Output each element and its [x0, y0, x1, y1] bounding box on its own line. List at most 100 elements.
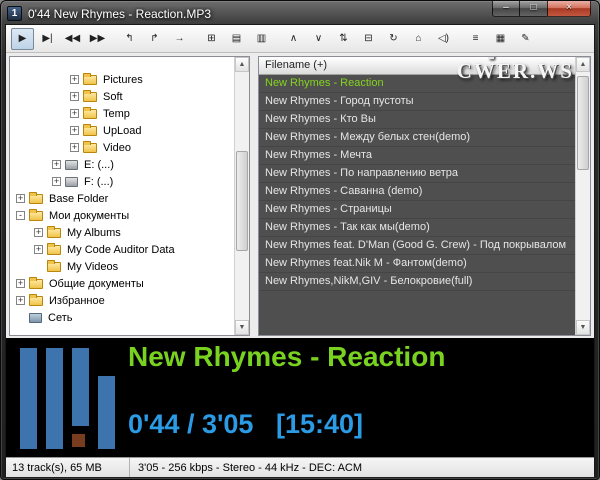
window-controls: – □ ×	[492, 1, 591, 17]
tree-item[interactable]: +Pictures	[10, 71, 234, 88]
tree-scrollbar[interactable]: ▲ ▼	[234, 57, 249, 335]
tree-scrollbar-track[interactable]	[235, 72, 249, 320]
folder-icon	[29, 279, 43, 289]
expand-toggle-icon[interactable]: +	[34, 228, 43, 237]
scroll-down-button[interactable]: ∨	[307, 28, 330, 50]
file-list-item[interactable]: New Rhymes - Так как мы(demo)	[259, 219, 575, 237]
toggle-split-view-button[interactable]: ▥	[250, 28, 273, 50]
folder-icon	[83, 92, 97, 102]
expand-toggle-icon[interactable]: +	[70, 75, 79, 84]
spectrum-bars	[12, 338, 127, 457]
file-list-item[interactable]: New Rhymes,NikM,GIV - Белокровие(full)	[259, 273, 575, 291]
pause-button[interactable]: ▶|	[36, 28, 59, 50]
parent-folder-button[interactable]: ↰	[118, 28, 141, 50]
scroll-up-button[interactable]: ∧	[282, 28, 305, 50]
watermark-text: CWER.WS	[457, 59, 574, 83]
volume-button[interactable]: ◁)	[432, 28, 455, 50]
tree-item[interactable]: + E: (...)	[10, 156, 234, 173]
tree-item[interactable]: Сеть	[10, 309, 234, 326]
expand-toggle-icon[interactable]: +	[16, 279, 25, 288]
tree-item-label: My Videos	[65, 261, 120, 273]
open-folder-button[interactable]: ↱	[143, 28, 166, 50]
toggle-tree-panel-button[interactable]: ▤	[225, 28, 248, 50]
scroll-down-arrow-icon[interactable]: ▼	[235, 320, 249, 335]
collapse-toggle-icon[interactable]: -	[16, 211, 25, 220]
file-list-item[interactable]: New Rhymes feat. D'Man (Good G. Crew) - …	[259, 237, 575, 255]
tree-item[interactable]: + Soft	[10, 88, 234, 105]
tree-item[interactable]: +Base Folder	[10, 190, 234, 207]
tree-item[interactable]: +My Albums	[10, 224, 234, 241]
panel-splitter[interactable]	[250, 56, 258, 336]
time-display: 0'44 / 3'05 [15:40]	[128, 409, 363, 440]
scroll-up-arrow-icon[interactable]: ▲	[576, 57, 590, 72]
minimize-button[interactable]: –	[492, 1, 520, 17]
tree-item[interactable]: +Temp	[10, 105, 234, 122]
expand-toggle-icon[interactable]: +	[52, 177, 61, 186]
scroll-down-arrow-icon[interactable]: ▼	[576, 320, 590, 335]
previous-track-button[interactable]: ◀◀	[61, 28, 84, 50]
file-list-scrollbar-thumb[interactable]	[577, 76, 589, 170]
folder-icon	[29, 211, 43, 221]
file-list-panel: Filename (+) New Rhymes - ReactionNew Rh…	[258, 56, 591, 336]
tree-item[interactable]: +UpLoad	[10, 122, 234, 139]
add-files-button[interactable]: ⊞	[200, 28, 223, 50]
tree-item[interactable]: +Избранное	[10, 292, 234, 309]
file-list-item[interactable]: New Rhymes - Саванна (demo)	[259, 183, 575, 201]
tree-item[interactable]: - Мои документы	[10, 207, 234, 224]
expand-toggle-icon[interactable]: +	[34, 245, 43, 254]
expand-toggle-icon[interactable]: +	[16, 194, 25, 203]
playlist-info-button[interactable]: ≡	[464, 28, 487, 50]
toolbar: ▶▶|◀◀▶▶ ↰↱→ ⊞▤▥ ∧∨⇅⊟↻⌂◁) ≡▦✎	[6, 25, 594, 53]
tree-item[interactable]: My Videos	[10, 258, 234, 275]
file-list-scrollbar-track[interactable]	[576, 72, 590, 320]
edit-tags-button[interactable]: ✎	[514, 28, 537, 50]
tree-item[interactable]: + Video	[10, 139, 234, 156]
expand-toggle-icon[interactable]: +	[70, 143, 79, 152]
folder-icon	[83, 126, 97, 136]
file-list: New Rhymes - ReactionNew Rhymes - Город …	[259, 75, 575, 291]
tree-item-label: E: (...)	[82, 159, 116, 171]
sort-button[interactable]: ⇅	[332, 28, 355, 50]
tree-item-label: My Code Auditor Data	[65, 244, 177, 256]
tree-item[interactable]: +Общие документы	[10, 275, 234, 292]
toolbar-separator	[110, 29, 117, 49]
spectrum-bar	[72, 348, 89, 426]
close-button[interactable]: ×	[547, 1, 591, 17]
expand-toggle-icon[interactable]: +	[52, 160, 61, 169]
expand-toggle-icon[interactable]: +	[16, 296, 25, 305]
tree-item-label: Soft	[101, 91, 125, 103]
tree-item[interactable]: + F: (...)	[10, 173, 234, 190]
file-list-item[interactable]: New Rhymes - Город пустоты	[259, 93, 575, 111]
file-list-scrollbar[interactable]: ▲ ▼	[575, 57, 590, 335]
folder-icon	[83, 143, 97, 153]
tree-item-label: Мои документы	[47, 210, 131, 222]
maximize-button[interactable]: □	[520, 1, 547, 17]
play-button[interactable]: ▶	[11, 28, 34, 50]
file-list-item[interactable]: New Rhymes - Кто Вы	[259, 111, 575, 129]
expand-toggle-icon[interactable]: +	[70, 109, 79, 118]
file-list-item[interactable]: New Rhymes - Мечта	[259, 147, 575, 165]
tree-item-label: Video	[101, 142, 133, 154]
file-list-item[interactable]: New Rhymes - Страницы	[259, 201, 575, 219]
spectrum-bar	[46, 348, 63, 449]
move-file-button[interactable]: →	[168, 28, 191, 50]
minimize-display-button[interactable]: ⊟	[357, 28, 380, 50]
scroll-up-arrow-icon[interactable]: ▲	[235, 57, 249, 72]
titlebar[interactable]: 1 0'44 New Rhymes - Reaction.MP3 – □ ×	[1, 1, 599, 24]
tree-scrollbar-thumb[interactable]	[236, 151, 248, 250]
refresh-button[interactable]: ↻	[382, 28, 405, 50]
tree-item-label: F: (...)	[82, 176, 115, 188]
next-track-button[interactable]: ▶▶	[86, 28, 109, 50]
folder-icon	[47, 228, 61, 238]
home-folder-button[interactable]: ⌂	[407, 28, 430, 50]
expand-toggle-icon[interactable]: +	[70, 126, 79, 135]
file-list-item[interactable]: New Rhymes - По направлению ветра	[259, 165, 575, 183]
tree-item[interactable]: + My Code Auditor Data	[10, 241, 234, 258]
status-track-count: 13 track(s), 65 MB	[6, 458, 130, 477]
expand-toggle-icon[interactable]: +	[70, 92, 79, 101]
file-list-item[interactable]: New Rhymes feat.Nik M - Фантом(demo)	[259, 255, 575, 273]
app-icon: 1	[7, 6, 22, 21]
file-list-item[interactable]: New Rhymes - Между белых стен(demo)	[259, 129, 575, 147]
hotkeys-button[interactable]: ▦	[489, 28, 512, 50]
position-marker	[72, 434, 85, 447]
